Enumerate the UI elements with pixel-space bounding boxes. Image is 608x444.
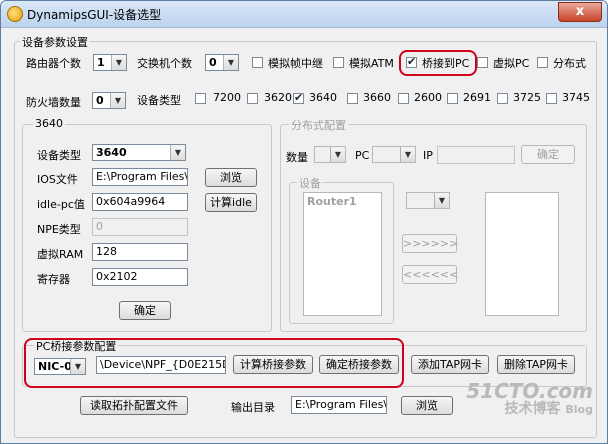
- virtual-pc-label: 虚拟PC: [493, 57, 530, 70]
- dist-target-list[interactable]: [485, 192, 559, 316]
- register-label: 寄存器: [37, 273, 70, 286]
- watermark-blog: Blog: [565, 403, 593, 416]
- idle-pc-label: idle-pc值: [37, 198, 85, 211]
- model-group-label: 3640: [33, 117, 65, 130]
- ios-file-label: IOS文件: [37, 173, 78, 186]
- type-2600-checkbox[interactable]: [398, 93, 409, 104]
- dist-count-select[interactable]: ▼: [314, 146, 346, 163]
- dist-device-list[interactable]: Router1: [303, 192, 382, 316]
- chevron-down-icon: ▼: [223, 55, 238, 70]
- switch-count-select[interactable]: 0 ▼: [205, 54, 239, 71]
- type-7200-label: 7200: [213, 91, 241, 104]
- type-3660-label: 3660: [363, 91, 391, 104]
- type-3640-label: 3640: [309, 91, 337, 104]
- read-topology-button[interactable]: 读取拓扑配置文件: [80, 396, 188, 415]
- npe-type-input[interactable]: 0: [92, 218, 188, 236]
- frame-relay-label: 模拟帧中继: [268, 57, 323, 70]
- ios-browse-button[interactable]: 浏览: [205, 168, 257, 187]
- atm-checkbox[interactable]: [333, 57, 344, 68]
- type-7200-checkbox[interactable]: [195, 93, 206, 104]
- virtual-ram-input[interactable]: 128: [92, 243, 188, 261]
- type-3725-label: 3725: [513, 91, 541, 104]
- title-bar: DynamipsGUI-设备选型 x: [1, 1, 607, 28]
- type-3640-checkbox[interactable]: [293, 91, 304, 104]
- virtual-pc-checkbox[interactable]: [477, 57, 488, 68]
- type-2691-label: 2691: [463, 91, 491, 104]
- watermark-sub-text: 技术博客: [504, 401, 561, 417]
- idle-pc-input[interactable]: 0x604a9964: [92, 193, 188, 211]
- dist-pc-label: PC: [355, 149, 370, 162]
- model-device-type-value: 3640: [96, 146, 127, 159]
- dist-count-label: 数量: [286, 151, 308, 164]
- type-3745-label: 3745: [562, 91, 590, 104]
- type-3620-label: 3620: [264, 91, 292, 104]
- switch-count-label: 交换机个数: [137, 57, 192, 70]
- firewall-count-select[interactable]: 0 ▼: [92, 92, 126, 109]
- dist-ip-label: IP: [423, 149, 433, 162]
- output-dir-label: 输出目录: [231, 401, 275, 414]
- type-3660-checkbox[interactable]: [347, 93, 358, 104]
- chevron-down-icon: ▼: [330, 147, 345, 162]
- firewall-count-value: 0: [96, 94, 104, 107]
- router-count-value: 1: [97, 56, 105, 69]
- distributed-checkbox[interactable]: [537, 57, 548, 68]
- type-3745-checkbox[interactable]: [546, 93, 557, 104]
- close-button[interactable]: x: [558, 2, 602, 22]
- device-type-label: 设备类型: [137, 94, 181, 107]
- calc-idle-button[interactable]: 计算idle: [205, 193, 257, 212]
- delete-tap-button[interactable]: 删除TAP网卡: [497, 355, 575, 374]
- move-left-button[interactable]: <<<<<<: [402, 265, 458, 284]
- type-2691-checkbox[interactable]: [447, 93, 458, 104]
- output-browse-button[interactable]: 浏览: [401, 396, 453, 415]
- chevron-down-icon: ▼: [111, 55, 126, 70]
- chevron-down-icon: ▼: [170, 145, 185, 160]
- dist-devices-label: 设备: [297, 175, 323, 191]
- firewall-count-label: 防火墙数量: [26, 96, 81, 109]
- frame-relay-checkbox[interactable]: [252, 57, 263, 68]
- router-count-label: 路由器个数: [26, 57, 81, 70]
- model-device-type-select[interactable]: 3640 ▼: [92, 144, 186, 161]
- watermark-site: 51CTO.com: [466, 379, 593, 403]
- move-right-button[interactable]: >>>>>>: [402, 234, 458, 253]
- add-tap-button[interactable]: 添加TAP网卡: [411, 355, 489, 374]
- window-title: DynamipsGUI-设备选型: [27, 8, 162, 22]
- dist-ip-input[interactable]: [437, 146, 515, 164]
- npe-type-label: NPE类型: [37, 223, 81, 236]
- main-window: DynamipsGUI-设备选型 x 设备参数设置 路由器个数 1 ▼ 交换机个…: [0, 0, 608, 444]
- model-ok-button[interactable]: 确定: [119, 301, 171, 320]
- distributed-label: 分布式: [553, 57, 586, 70]
- bridge-highlight: [24, 338, 404, 388]
- virtual-ram-label: 虚拟RAM: [37, 248, 84, 261]
- atm-label: 模拟ATM: [349, 57, 394, 70]
- switch-count-value: 0: [209, 56, 217, 69]
- register-input[interactable]: 0x2102: [92, 268, 188, 286]
- watermark-sub: 技术博客 Blog: [466, 401, 593, 418]
- app-icon: [7, 6, 23, 22]
- ios-file-input[interactable]: E:\Program Files\Ed: [92, 168, 188, 186]
- distributed-group-label: 分布式配置: [289, 117, 348, 133]
- dist-pc-select[interactable]: ▼: [372, 146, 416, 163]
- dist-ok-button[interactable]: 确定: [521, 145, 575, 164]
- chevron-down-icon: ▼: [110, 93, 125, 108]
- router-count-select[interactable]: 1 ▼: [93, 54, 127, 71]
- dist-target-select[interactable]: ▼: [406, 192, 450, 209]
- model-device-type-label: 设备类型: [37, 149, 81, 162]
- bridge-pc-highlight: [399, 50, 477, 76]
- chevron-down-icon: ▼: [400, 147, 415, 162]
- chevron-down-icon: ▼: [434, 193, 449, 208]
- list-item[interactable]: Router1: [304, 193, 381, 210]
- device-params-group-label: 设备参数设置: [20, 34, 90, 50]
- type-3620-checkbox[interactable]: [247, 93, 258, 104]
- type-2600-label: 2600: [414, 91, 442, 104]
- watermark: 51CTO.com 技术博客 Blog: [466, 381, 593, 418]
- type-3725-checkbox[interactable]: [497, 93, 508, 104]
- output-dir-input[interactable]: E:\Program Files\Dy: [291, 396, 387, 414]
